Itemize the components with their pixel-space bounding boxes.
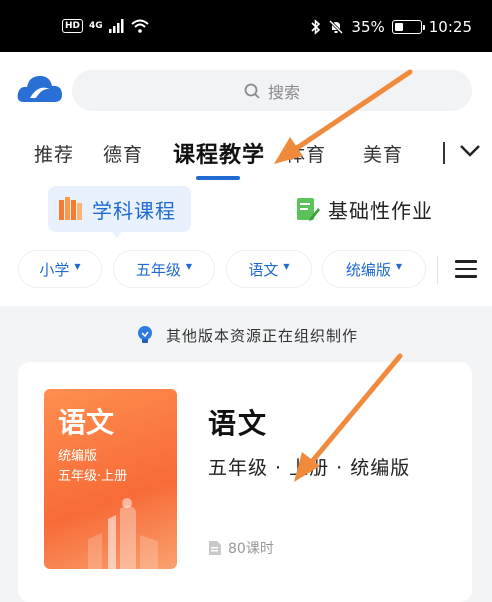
battery-icon xyxy=(391,20,425,34)
notice-banner: 其他版本资源正在组织制作 xyxy=(0,320,492,350)
subtab-label: 基础性作业 xyxy=(328,198,433,223)
course-title: 语文 xyxy=(208,407,269,440)
course-cover: 语文 统编版 五年级·上册 xyxy=(44,389,177,569)
course-card[interactable]: 语文 统编版 五年级·上册 语文 五年级 · 上册 · 统编版 80课时 xyxy=(18,362,472,602)
battery-percent: 35% xyxy=(351,18,385,36)
filter-bar: 小学 ▼ 五年级 ▼ 语文 ▼ 统编版 ▼ xyxy=(0,248,492,292)
notice-text: 其他版本资源正在组织制作 xyxy=(165,326,358,345)
filter-divider xyxy=(437,256,438,284)
clock: 10:25 xyxy=(428,18,472,36)
wifi-icon xyxy=(131,19,149,33)
status-bar: HD 4G 35% 10:25 xyxy=(0,0,492,52)
signal-icon xyxy=(108,19,124,33)
lightbulb-icon xyxy=(137,326,152,343)
hd-indicator: HD xyxy=(62,19,84,33)
app-logo-icon[interactable] xyxy=(16,72,64,108)
filter-edition[interactable]: 统编版 ▼ xyxy=(322,250,426,288)
course-meta: 五年级 · 上册 · 统编版 xyxy=(208,457,411,479)
caret-down-icon: ▼ xyxy=(395,261,403,271)
search-icon xyxy=(244,83,260,99)
tab-course-teaching[interactable]: 课程教学 xyxy=(173,137,265,169)
caret-down-icon: ▼ xyxy=(283,261,290,271)
filter-school-level[interactable]: 小学 ▼ xyxy=(18,250,102,288)
filter-label: 统编版 xyxy=(345,260,391,279)
tabs-divider xyxy=(443,142,445,164)
category-tabs: 推荐 德育 课程教学 体育 美育 xyxy=(0,130,492,186)
filter-label: 小学 xyxy=(39,260,70,279)
homework-edit-icon xyxy=(297,198,320,221)
tab-moral-education[interactable]: 德育 xyxy=(103,140,143,167)
filter-grade[interactable]: 五年级 ▼ xyxy=(113,250,215,288)
cover-decoration xyxy=(88,498,158,569)
cover-title: 语文 xyxy=(58,406,115,439)
document-icon xyxy=(209,541,221,555)
cover-edition: 统编版 xyxy=(58,449,98,464)
caret-down-icon: ▼ xyxy=(185,261,193,271)
active-tab-indicator xyxy=(196,176,240,180)
search-input[interactable]: 搜索 xyxy=(72,70,472,111)
subtab-basic-homework[interactable]: 基础性作业 xyxy=(296,186,433,232)
caret-down-icon: ▼ xyxy=(74,261,81,271)
tab-recommend[interactable]: 推荐 xyxy=(34,140,74,167)
header-panel: 搜索 推荐 德育 课程教学 体育 美育 学科课程 基础性作业 小学 ▼ 五年级 … xyxy=(0,52,492,306)
tab-aesthetics[interactable]: 美育 xyxy=(363,140,403,167)
subtab-pointer xyxy=(111,230,123,238)
mute-bell-icon xyxy=(329,19,344,35)
search-placeholder: 搜索 xyxy=(267,82,300,102)
chevron-down-icon[interactable] xyxy=(458,138,482,162)
filter-label: 五年级 xyxy=(135,260,181,279)
subtab-subject-courses[interactable]: 学科课程 xyxy=(48,186,191,232)
tab-sports[interactable]: 体育 xyxy=(286,140,326,167)
network-type: 4G xyxy=(89,21,103,31)
lessons-count: 80课时 xyxy=(228,541,274,557)
filter-label: 语文 xyxy=(248,260,279,279)
bluetooth-icon xyxy=(311,19,321,35)
menu-icon[interactable] xyxy=(455,260,477,280)
subtab-label: 学科课程 xyxy=(92,198,176,223)
books-icon xyxy=(59,197,82,220)
filter-subject[interactable]: 语文 ▼ xyxy=(226,250,312,288)
cover-grade: 五年级·上册 xyxy=(58,469,128,484)
course-lessons: 80课时 xyxy=(208,538,274,558)
